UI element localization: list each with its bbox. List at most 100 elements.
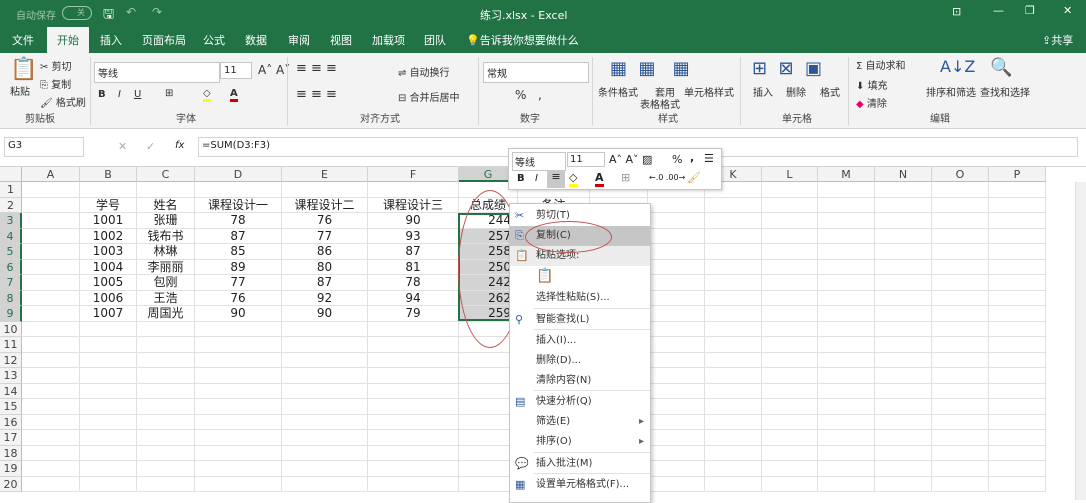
cell-N6[interactable]: [875, 259, 932, 275]
cell-B2[interactable]: 学号: [80, 197, 137, 213]
cell-F6[interactable]: 81: [368, 259, 459, 275]
menu-item-format-cells[interactable]: ▦ 设置单元格格式(F)...: [510, 475, 650, 495]
cell-D7[interactable]: 77: [195, 275, 282, 291]
mini-comma-button[interactable]: ,: [690, 151, 694, 164]
wrap-text-button[interactable]: ⇌ 自动换行: [398, 64, 450, 79]
align-horizontal-icons[interactable]: ≡ ≡ ≡: [296, 87, 337, 102]
cell-A13[interactable]: [22, 368, 80, 384]
cell-L11[interactable]: [762, 337, 818, 353]
cell-D16[interactable]: [195, 414, 282, 430]
menu-item-sort[interactable]: 排序(O) ▸: [510, 432, 650, 452]
format-painter-button[interactable]: 🖌 格式刷: [40, 94, 86, 109]
cell-L15[interactable]: [762, 399, 818, 415]
cut-button[interactable]: ✂ 剪切: [40, 58, 72, 73]
cell-N9[interactable]: [875, 306, 932, 322]
cell-K14[interactable]: [705, 383, 762, 399]
cell-O18[interactable]: [932, 445, 989, 461]
cell-F20[interactable]: [368, 476, 459, 492]
row-header-14[interactable]: 14: [0, 383, 22, 399]
cell-L20[interactable]: [762, 476, 818, 492]
cell-N8[interactable]: [875, 290, 932, 306]
cell-N17[interactable]: [875, 430, 932, 446]
row-header-5[interactable]: 5: [0, 244, 22, 260]
cell-K5[interactable]: [705, 244, 762, 260]
cell-A8[interactable]: [22, 290, 80, 306]
cell-J11[interactable]: [648, 337, 705, 353]
cell-P19[interactable]: [989, 461, 1046, 477]
cell-K12[interactable]: [705, 352, 762, 368]
cell-A19[interactable]: [22, 461, 80, 477]
cell-L17[interactable]: [762, 430, 818, 446]
cell-P7[interactable]: [989, 275, 1046, 291]
cell-E11[interactable]: [282, 337, 368, 353]
tab-team[interactable]: 团队: [424, 32, 446, 48]
cell-P4[interactable]: [989, 228, 1046, 244]
cell-B8[interactable]: 1006: [80, 290, 137, 306]
cell-D18[interactable]: [195, 445, 282, 461]
number-format-select[interactable]: 常规: [483, 62, 589, 83]
cell-F7[interactable]: 78: [368, 275, 459, 291]
cell-B13[interactable]: [80, 368, 137, 384]
cell-N4[interactable]: [875, 228, 932, 244]
cell-D20[interactable]: [195, 476, 282, 492]
cell-A17[interactable]: [22, 430, 80, 446]
cell-D2[interactable]: 课程设计一: [195, 197, 282, 213]
cell-A20[interactable]: [22, 476, 80, 492]
row-header-3[interactable]: 3: [0, 213, 22, 229]
cell-M20[interactable]: [818, 476, 875, 492]
mini-size-select[interactable]: 11: [567, 152, 605, 167]
cell-B10[interactable]: [80, 321, 137, 337]
cell-P9[interactable]: [989, 306, 1046, 322]
cell-C17[interactable]: [137, 430, 195, 446]
cell-B1[interactable]: [80, 182, 137, 198]
cell-O3[interactable]: [932, 213, 989, 229]
cell-B5[interactable]: 1003: [80, 244, 137, 260]
column-header-P[interactable]: P: [989, 167, 1046, 182]
mini-format-painter-icon[interactable]: 🖌: [687, 171, 701, 184]
cell-O2[interactable]: [932, 197, 989, 213]
tab-data[interactable]: 数据: [245, 32, 267, 48]
tab-review[interactable]: 审阅: [288, 32, 310, 48]
cell-E9[interactable]: 90: [282, 306, 368, 322]
cell-E16[interactable]: [282, 414, 368, 430]
cell-K18[interactable]: [705, 445, 762, 461]
cell-E2[interactable]: 课程设计二: [282, 197, 368, 213]
cell-A7[interactable]: [22, 275, 80, 291]
tab-file[interactable]: 文件: [12, 32, 34, 48]
cell-D19[interactable]: [195, 461, 282, 477]
cell-F3[interactable]: 90: [368, 213, 459, 229]
cell-K11[interactable]: [705, 337, 762, 353]
cell-D1[interactable]: [195, 182, 282, 198]
cell-M12[interactable]: [818, 352, 875, 368]
menu-item-insert[interactable]: 插入(I)...: [510, 331, 650, 351]
cell-P10[interactable]: [989, 321, 1046, 337]
cell-F10[interactable]: [368, 321, 459, 337]
column-header-A[interactable]: A: [22, 167, 80, 182]
cell-E10[interactable]: [282, 321, 368, 337]
cell-F19[interactable]: [368, 461, 459, 477]
cell-M13[interactable]: [818, 368, 875, 384]
cell-D17[interactable]: [195, 430, 282, 446]
row-header-12[interactable]: 12: [0, 352, 22, 368]
mini-fill-color-icon[interactable]: ◇: [569, 171, 578, 187]
cell-N18[interactable]: [875, 445, 932, 461]
row-header-1[interactable]: 1: [0, 182, 22, 198]
cell-C3[interactable]: 张珊: [137, 213, 195, 229]
cell-D14[interactable]: [195, 383, 282, 399]
cell-E12[interactable]: [282, 352, 368, 368]
tab-home[interactable]: 开始: [47, 27, 89, 53]
column-header-F[interactable]: F: [368, 167, 459, 182]
row-header-17[interactable]: 17: [0, 430, 22, 446]
cell-K4[interactable]: [705, 228, 762, 244]
undo-icon[interactable]: ↶: [126, 5, 136, 19]
cell-M4[interactable]: [818, 228, 875, 244]
cell-A15[interactable]: [22, 399, 80, 415]
menu-item-paste-special[interactable]: 选择性粘贴(S)...: [510, 288, 650, 308]
cell-L18[interactable]: [762, 445, 818, 461]
cell-O10[interactable]: [932, 321, 989, 337]
cell-M9[interactable]: [818, 306, 875, 322]
cell-O12[interactable]: [932, 352, 989, 368]
cell-J12[interactable]: [648, 352, 705, 368]
row-header-11[interactable]: 11: [0, 337, 22, 353]
cell-K13[interactable]: [705, 368, 762, 384]
